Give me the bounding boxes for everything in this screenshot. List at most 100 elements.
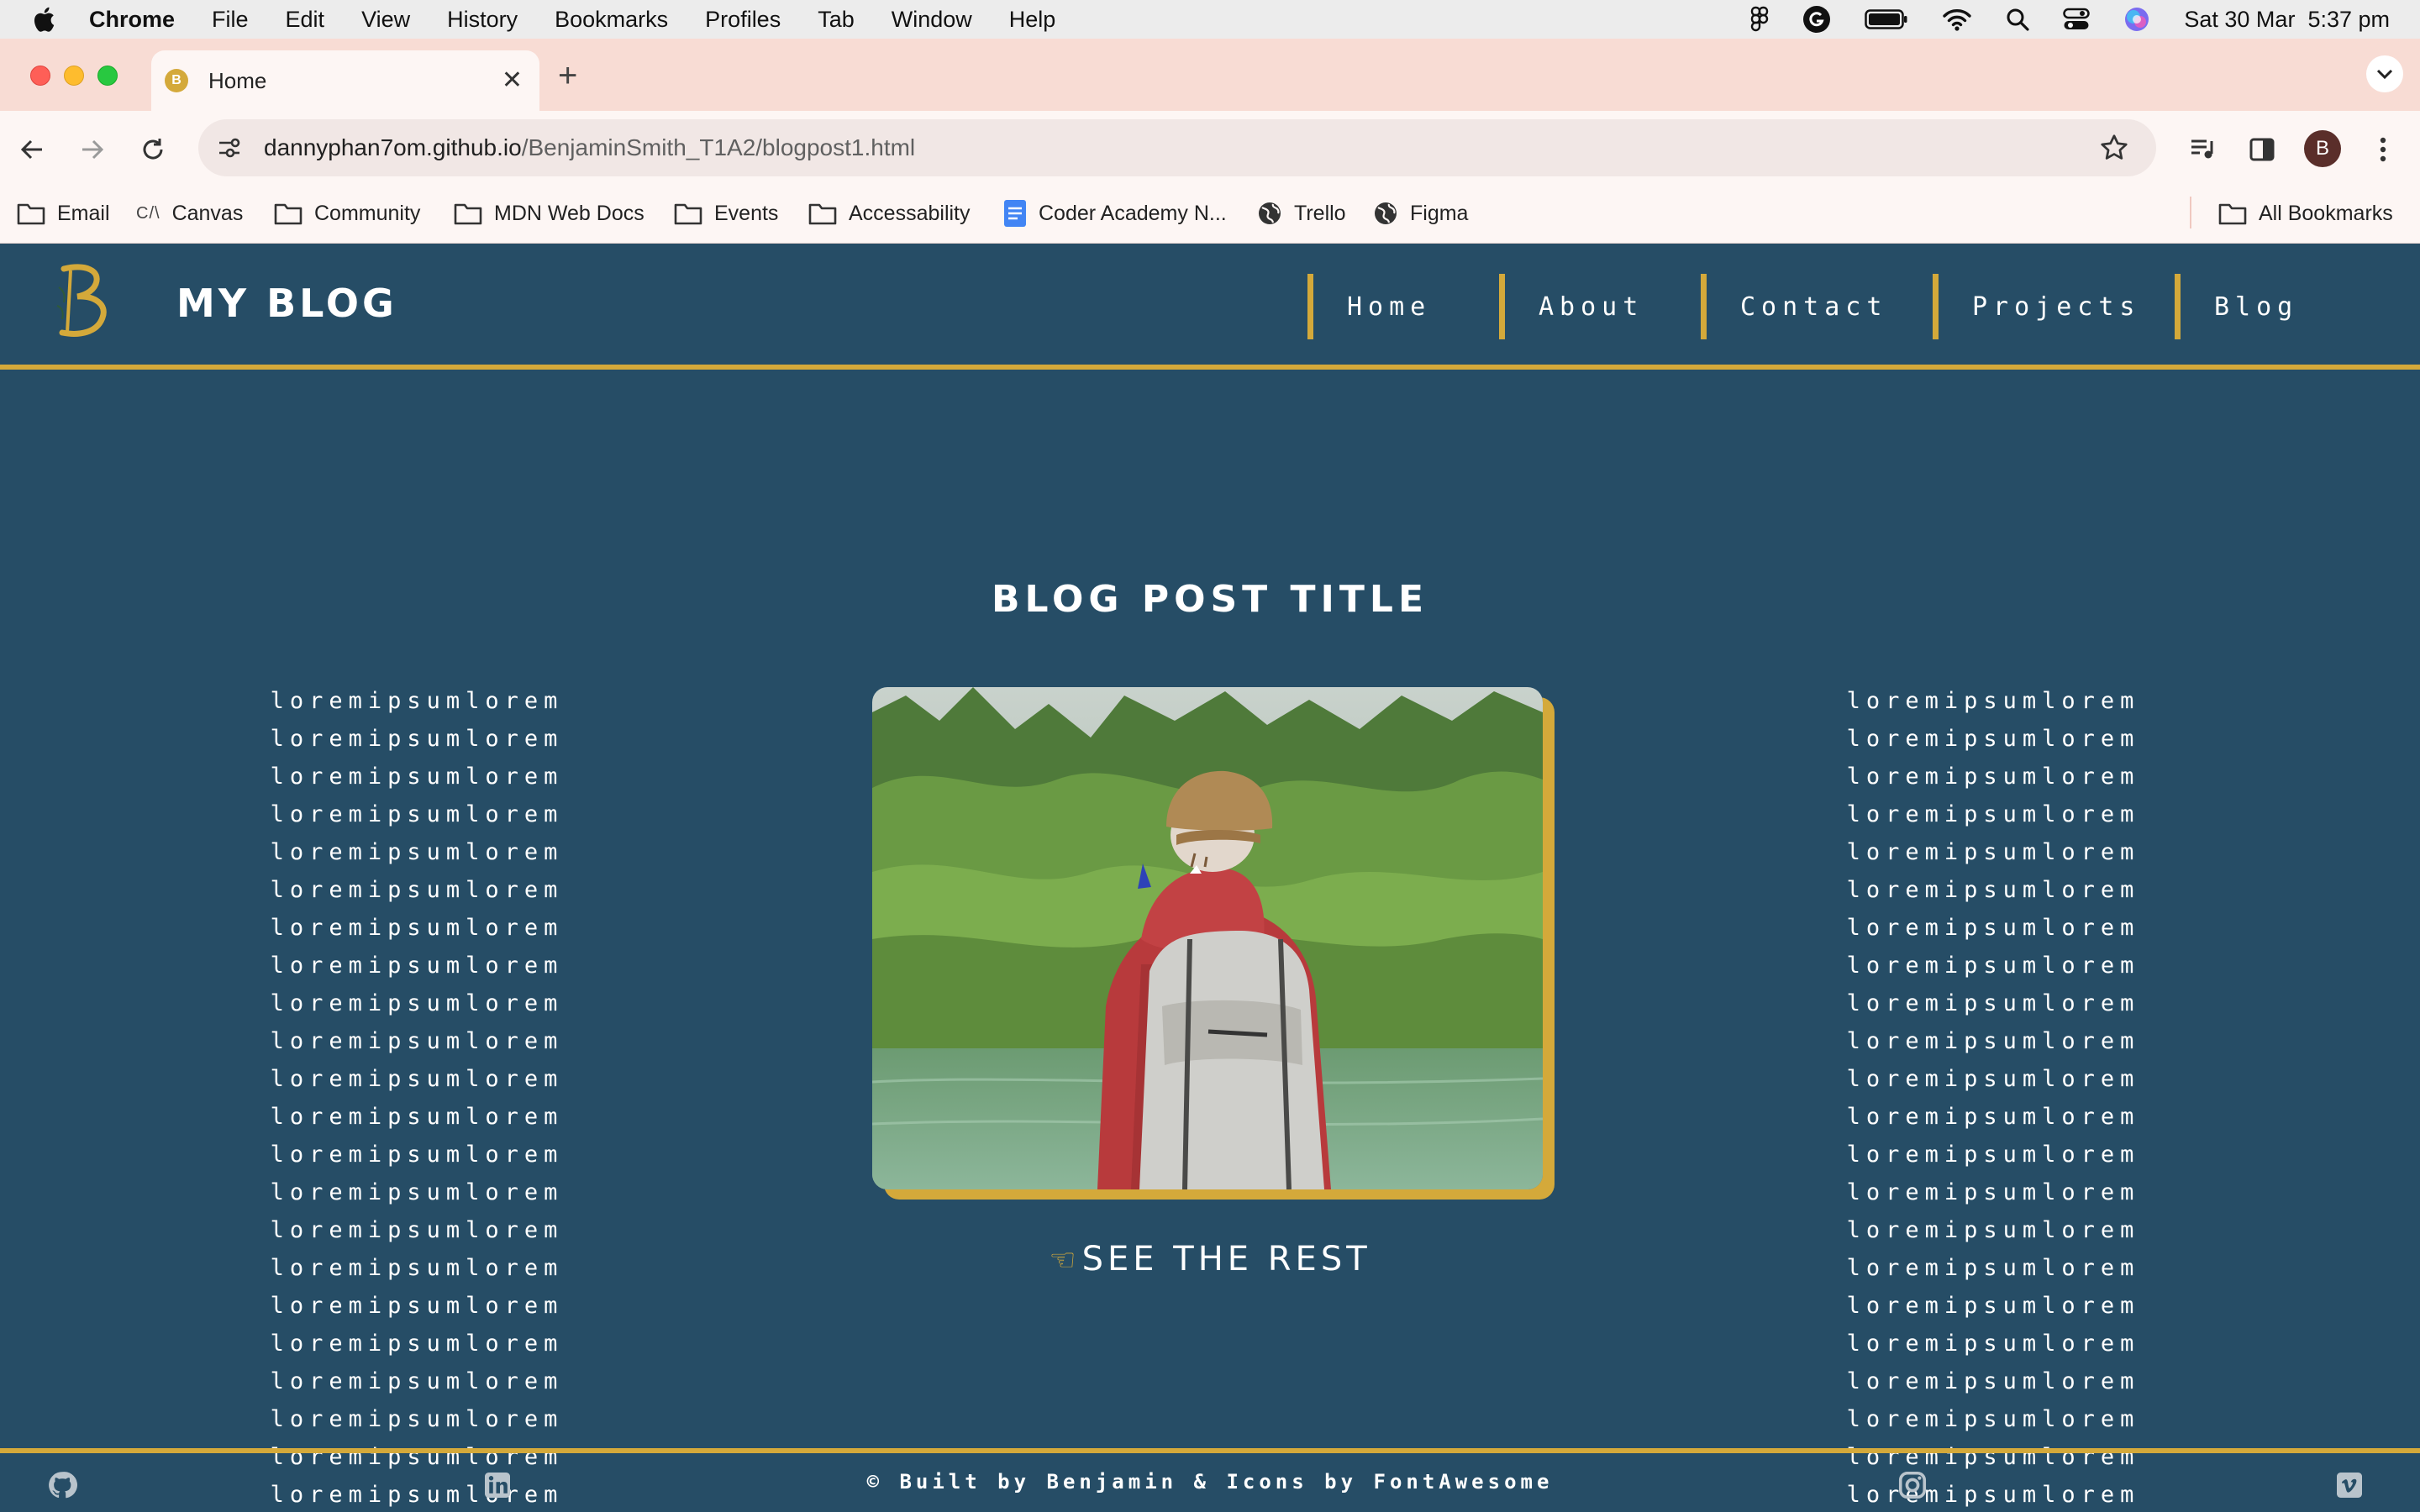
text-line: loremipsumlorem loremipsumlorem <box>270 1142 564 1205</box>
menu-profiles[interactable]: Profiles <box>705 7 781 33</box>
spotlight-search-icon[interactable] <box>2006 8 2029 31</box>
blog-post-photo <box>872 687 1543 1189</box>
back-button[interactable] <box>13 131 50 168</box>
menu-history[interactable]: History <box>447 7 518 33</box>
footer-credits: © Built by Benjamin & Icons by FontAweso… <box>866 1470 1554 1494</box>
see-the-rest-label: SEE THE REST <box>1081 1240 1371 1278</box>
text-line: loremipsumlorem loremipsumlorem <box>1846 688 2140 752</box>
instagram-icon[interactable] <box>1897 1470 1928 1500</box>
bookmark-figma[interactable]: Figma <box>1373 197 1468 230</box>
siri-icon[interactable] <box>2123 6 2150 33</box>
bookmark-label: Events <box>714 201 779 225</box>
arrow-left-icon <box>20 139 42 160</box>
control-center-icon[interactable] <box>2063 8 2091 31</box>
grammarly-icon[interactable] <box>1802 5 1831 34</box>
text-line: loremipsumlorem loremipsumlorem <box>270 839 564 903</box>
new-tab-button[interactable]: + <box>558 57 577 94</box>
text-line: loremipsumlorem loremipsumlorem <box>1846 764 2140 827</box>
menu-bookmarks[interactable]: Bookmarks <box>555 7 668 33</box>
bookmark-mdn-web-docs[interactable]: MDN Web Docs <box>454 197 644 230</box>
window-close-button[interactable] <box>30 66 50 86</box>
media-controls-button[interactable] <box>2185 131 2222 168</box>
site-logo-icon[interactable] <box>52 262 111 339</box>
reload-button[interactable] <box>134 131 171 168</box>
battery-icon[interactable] <box>1865 8 1908 30</box>
text-line: loremipsumlorem loremipsumlorem <box>1846 1142 2140 1205</box>
folder-icon <box>674 202 702 225</box>
blog-post-title: BLOG POST TITLE <box>991 578 1428 621</box>
bookmark-coder-academy[interactable]: Coder Academy N... <box>1003 197 1227 230</box>
menu-app-name[interactable]: Chrome <box>89 7 175 33</box>
folder-icon <box>17 202 45 225</box>
profile-avatar[interactable]: B <box>2304 130 2341 167</box>
side-panel-button[interactable] <box>2244 131 2281 168</box>
text-line: loremipsumlorem loremipsumlorem <box>1846 1293 2140 1357</box>
menu-view[interactable]: View <box>361 7 410 33</box>
menu-help[interactable]: Help <box>1009 7 1056 33</box>
bookmark-accessability[interactable]: Accessability <box>808 197 971 230</box>
bookmark-email[interactable]: Email <box>17 197 110 230</box>
nav-contact[interactable]: Contact <box>1701 274 1887 339</box>
tab-close-icon[interactable]: ✕ <box>502 66 523 96</box>
menu-clock[interactable]: Sat 30 Mar 5:37 pm <box>2184 7 2390 33</box>
chrome-menu-button[interactable] <box>2365 131 2402 168</box>
left-text-column: loremipsumlorem loremipsumlorem loremips… <box>131 682 702 1512</box>
bookmark-label: Community <box>314 201 421 225</box>
window-zoom-button[interactable] <box>97 66 118 86</box>
web-page: MY BLOG Home About Contact Projects Blog… <box>0 244 2420 1512</box>
site-info-icon[interactable] <box>217 135 242 160</box>
figma-status-icon[interactable] <box>1750 6 1769 33</box>
bookmarks-separator <box>2190 197 2191 228</box>
folder-icon <box>808 202 837 225</box>
menu-tab[interactable]: Tab <box>818 7 855 33</box>
nav-blog[interactable]: Blog <box>2175 274 2298 339</box>
text-line: loremipsumlorem loremipsumlorem <box>270 1368 564 1432</box>
text-line: loremipsumlorem loremipsumlorem <box>270 1293 564 1357</box>
text-line: loremipsumlorem loremipsumlorem <box>270 1066 564 1130</box>
bookmark-canvas[interactable]: C/\ Canvas <box>136 197 243 230</box>
menu-window[interactable]: Window <box>892 7 972 33</box>
bookmark-events[interactable]: Events <box>674 197 778 230</box>
text-line: loremipsumlorem loremipsumlorem <box>270 915 564 979</box>
bookmark-label: MDN Web Docs <box>494 201 644 225</box>
bookmark-star-icon[interactable] <box>2099 133 2129 163</box>
nav-about[interactable]: About <box>1499 274 1644 339</box>
folder-icon <box>454 202 482 225</box>
text-line: loremipsumlorem loremipsumlorem <box>1846 1368 2140 1432</box>
site-footer: © Built by Benjamin & Icons by FontAweso… <box>0 1448 2420 1512</box>
address-bar[interactable]: dannyphan7om.github.io/BenjaminSmith_T1A… <box>198 119 2156 176</box>
menu-file[interactable]: File <box>212 7 249 33</box>
all-bookmarks-button[interactable]: All Bookmarks <box>2218 197 2393 230</box>
bookmarks-bar: Email C/\ Canvas Community MDN Web Docs … <box>0 185 2420 244</box>
status-area: Sat 30 Mar 5:37 pm <box>1750 0 2390 39</box>
site-brand-title[interactable]: MY BLOG <box>176 281 397 326</box>
apple-logo-icon[interactable] <box>30 4 60 34</box>
see-the-rest-link[interactable]: ☜SEE THE REST <box>0 1240 2420 1278</box>
vimeo-icon[interactable] <box>2334 1470 2365 1500</box>
wifi-icon[interactable] <box>1942 8 1972 31</box>
bookmark-community[interactable]: Community <box>274 197 420 230</box>
all-bookmarks-label: All Bookmarks <box>2259 201 2393 225</box>
nav-home[interactable]: Home <box>1307 274 1431 339</box>
site-header: MY BLOG Home About Contact Projects Blog <box>0 244 2420 370</box>
forward-button[interactable] <box>74 131 111 168</box>
bookmark-label: Canvas <box>171 201 244 225</box>
more-vert-icon <box>2380 137 2386 162</box>
bookmark-trello[interactable]: Trello <box>1257 197 1346 230</box>
chevron-down-icon <box>2376 69 2393 80</box>
folder-icon <box>274 202 302 225</box>
nav-projects[interactable]: Projects <box>1933 274 2141 339</box>
folder-icon <box>2218 202 2247 225</box>
tab-search-button[interactable] <box>2366 55 2403 92</box>
bookmark-label: Accessability <box>849 201 971 225</box>
window-minimize-button[interactable] <box>64 66 84 86</box>
globe-icon <box>1373 201 1398 226</box>
bookmark-label: Email <box>57 201 110 225</box>
url-host: dannyphan7om.github.io <box>264 134 522 160</box>
queue-music-icon <box>2191 139 2213 159</box>
menu-edit[interactable]: Edit <box>286 7 325 33</box>
canvas-icon: C/\ <box>136 203 160 223</box>
globe-icon <box>1257 201 1282 226</box>
url-path: /BenjaminSmith_T1A2/blogpost1.html <box>521 134 916 160</box>
browser-tab-home[interactable]: B Home ✕ <box>151 50 539 111</box>
